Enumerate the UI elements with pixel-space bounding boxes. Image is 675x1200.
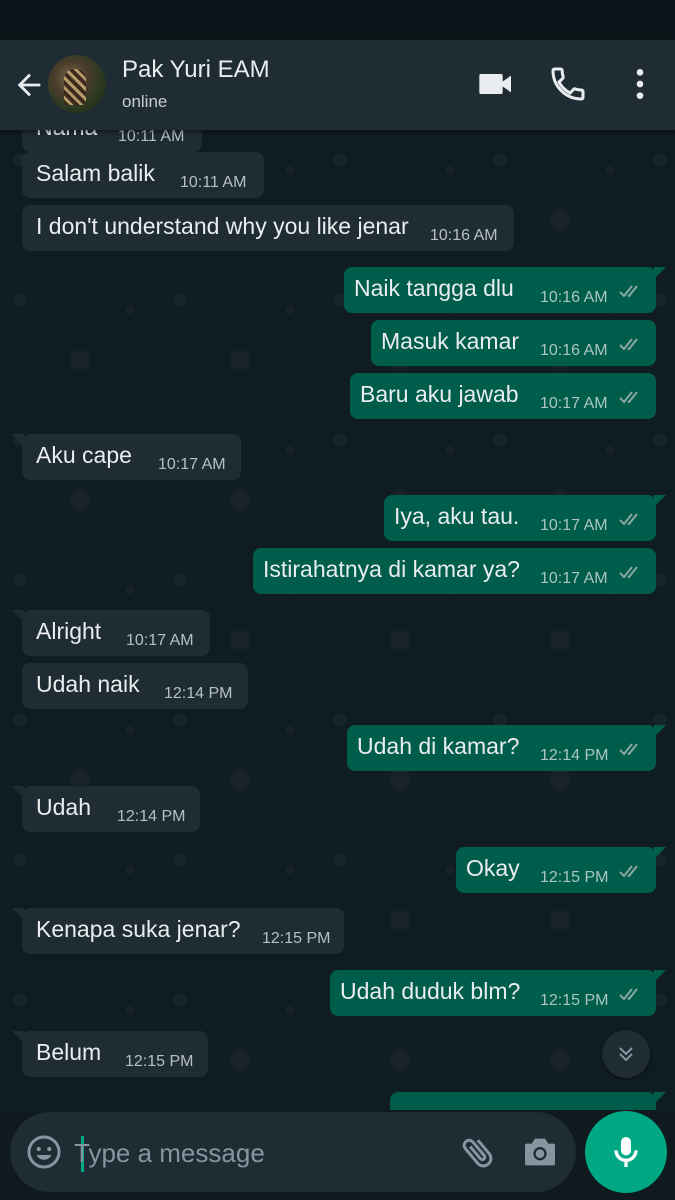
contact-status: online — [122, 92, 168, 111]
status-bar — [0, 0, 675, 40]
chat-header: Pak Yuri EAM online — [0, 40, 675, 130]
message-text: Belum — [36, 1039, 102, 1065]
message-outgoing[interactable]: Udah di kamar? 12:14 PM — [347, 725, 666, 771]
message-time: 10:16 AM — [540, 289, 608, 306]
video-call-icon[interactable] — [476, 64, 516, 104]
message-time: 12:14 PM — [117, 808, 186, 825]
message-incoming[interactable]: Udah naik 12:14 PM — [22, 663, 248, 709]
microphone-icon — [614, 1137, 638, 1167]
message-time: 10:17 AM — [158, 456, 226, 473]
attach-icon[interactable] — [458, 1132, 498, 1172]
message-text: Udah naik — [36, 671, 140, 697]
back-arrow-icon[interactable] — [12, 68, 46, 102]
message-outgoing-partial[interactable] — [390, 1092, 666, 1110]
more-options-icon[interactable] — [620, 64, 660, 104]
double-chevron-down-icon — [619, 1047, 633, 1062]
message-input[interactable] — [72, 1130, 446, 1176]
camera-icon[interactable] — [520, 1132, 560, 1172]
message-incoming[interactable]: Belum 12:15 PM — [12, 1031, 208, 1077]
read-receipt-icon — [619, 743, 638, 756]
emoji-icon[interactable] — [26, 1134, 62, 1170]
contact-name[interactable]: Pak Yuri EAM — [122, 56, 270, 84]
message-text: Kenapa suka jenar? — [36, 916, 241, 942]
message-incoming[interactable]: Salam balik 10:11 AM — [22, 152, 264, 198]
message-text: Udah di kamar? — [357, 733, 520, 759]
message-text: Udah — [36, 794, 91, 820]
read-receipt-icon — [619, 988, 638, 1001]
read-receipt-icon — [619, 338, 638, 351]
message-outgoing[interactable]: Masuk kamar 10:16 AM — [371, 320, 656, 366]
message-text: Udah duduk blm? — [340, 978, 521, 1004]
message-time: 10:16 AM — [430, 227, 498, 244]
scroll-to-bottom-button[interactable] — [602, 1030, 650, 1078]
message-time: 12:15 PM — [540, 992, 609, 1009]
message-time: 10:16 AM — [540, 342, 608, 359]
message-outgoing[interactable]: Udah duduk blm? 12:15 PM — [330, 970, 666, 1016]
message-text: Okay — [466, 855, 520, 881]
message-incoming[interactable]: Nama 10:11 AM — [22, 130, 202, 152]
message-time: 10:17 AM — [540, 570, 608, 587]
message-list[interactable]: Nama 10:11 AM Salam balik 10:11 AM I don… — [0, 130, 675, 1110]
message-time: 12:15 PM — [125, 1053, 194, 1070]
message-time: 10:17 AM — [540, 395, 608, 412]
message-time: 10:11 AM — [180, 174, 247, 191]
message-time: 12:14 PM — [540, 747, 609, 764]
message-text: Iya, aku tau. — [394, 503, 520, 529]
message-text: Aku cape — [36, 442, 132, 468]
message-text: Nama — [36, 130, 97, 150]
message-outgoing[interactable]: Okay 12:15 PM — [456, 847, 666, 893]
message-time: 12:15 PM — [540, 869, 609, 886]
read-receipt-icon — [619, 865, 638, 878]
message-time: 12:14 PM — [164, 685, 233, 702]
message-outgoing[interactable]: Iya, aku tau. 10:17 AM — [384, 495, 666, 541]
message-text: I don't understand why you like jenar — [36, 213, 409, 239]
message-outgoing[interactable]: Baru aku jawab 10:17 AM — [350, 373, 656, 419]
message-incoming[interactable]: Udah 12:14 PM — [12, 786, 200, 832]
voice-message-button[interactable] — [585, 1111, 667, 1193]
message-text: Istirahatnya di kamar ya? — [263, 556, 520, 582]
avatar[interactable] — [48, 55, 106, 113]
message-incoming[interactable]: Aku cape 10:17 AM — [12, 434, 241, 480]
message-outgoing[interactable]: Istirahatnya di kamar ya? 10:17 AM — [253, 548, 656, 594]
message-text: Salam balik — [36, 160, 155, 186]
message-time: 10:17 AM — [540, 517, 608, 534]
message-composer — [10, 1112, 576, 1192]
voice-call-icon[interactable] — [548, 64, 588, 104]
read-receipt-icon — [619, 566, 638, 579]
read-receipt-icon — [619, 513, 638, 526]
read-receipt-icon — [619, 391, 638, 404]
read-receipt-icon — [619, 285, 638, 298]
message-incoming[interactable]: I don't understand why you like jenar 10… — [22, 205, 514, 251]
message-incoming[interactable]: Alright 10:17 AM — [12, 610, 210, 656]
message-text: Alright — [36, 618, 102, 644]
message-time: 10:17 AM — [126, 632, 194, 649]
message-text: Baru aku jawab — [360, 381, 519, 407]
message-text: Masuk kamar — [381, 328, 520, 354]
message-text: Naik tangga dlu — [354, 275, 514, 301]
message-outgoing[interactable]: Naik tangga dlu 10:16 AM — [344, 267, 666, 313]
message-time: 12:15 PM — [262, 930, 331, 947]
message-incoming[interactable]: Kenapa suka jenar? 12:15 PM — [12, 908, 344, 954]
